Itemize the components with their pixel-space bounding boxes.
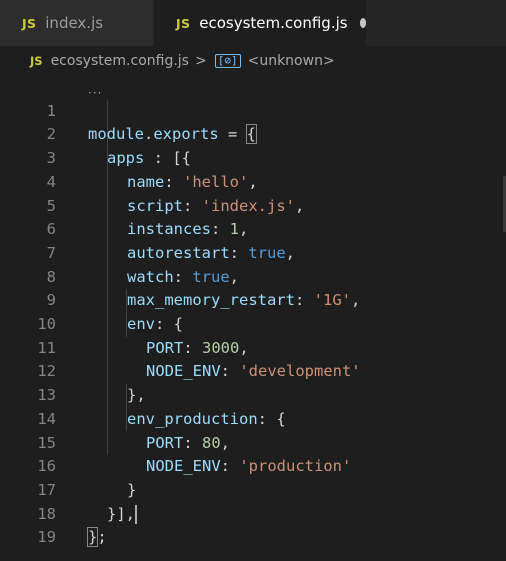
- code-line: 10 PORT: 3000,: [0, 289, 506, 357]
- tab-bar: JS index.js JS ecosystem.config.js: [0, 0, 506, 46]
- code-line: 9 env: {: [0, 266, 506, 333]
- code-line: 11 NODE_ENV: 'development': [0, 313, 506, 381]
- tab-label: ecosystem.config.js: [199, 14, 348, 32]
- code-line: 15 NODE_ENV: 'production': [0, 408, 506, 476]
- code-line: 2 apps : [{: [0, 100, 506, 167]
- code-line: 16 }: [0, 432, 506, 499]
- token-semicolon: ;: [97, 528, 107, 547]
- hint-dots: ···: [88, 86, 103, 100]
- tab-label: index.js: [45, 14, 104, 32]
- code-line: 19: [0, 503, 506, 546]
- breadcrumb: JS ecosystem.config.js > [⊘] <unknown>: [0, 46, 506, 76]
- code-line: 3 name: 'hello',: [0, 123, 506, 191]
- code-line: 18 };: [0, 479, 506, 548]
- code-editor[interactable]: 1 module.exports = { ··· 2 apps : [{ 3 n…: [0, 76, 506, 561]
- code-line: 14 PORT: 80,: [0, 384, 506, 452]
- code-line: 4 script: 'index.js',: [0, 147, 506, 215]
- js-file-icon: JS: [30, 54, 43, 68]
- tab-ecosystem-config-js[interactable]: JS ecosystem.config.js: [154, 0, 366, 46]
- breadcrumb-file[interactable]: ecosystem.config.js: [51, 53, 189, 69]
- breadcrumb-symbol[interactable]: <unknown>: [248, 53, 335, 69]
- unsaved-dot-icon[interactable]: [359, 18, 366, 28]
- js-file-icon: JS: [22, 15, 37, 31]
- code-line: 6 autorestart: true,: [0, 195, 506, 262]
- code-line: 1 module.exports = {: [0, 76, 506, 145]
- code-line: 13 env_production: {: [0, 360, 506, 428]
- code-line: 8 max_memory_restart: '1G',: [0, 242, 506, 310]
- line-number: 19: [37, 528, 56, 547]
- tab-index-js[interactable]: JS index.js: [0, 0, 154, 46]
- symbol-variable-icon: [⊘]: [214, 54, 241, 68]
- code-line: 12 },: [0, 337, 506, 404]
- code-line: 17 }],: [0, 455, 506, 524]
- code-line: 5 instances: 1,: [0, 171, 506, 239]
- matched-bracket: }: [86, 527, 99, 548]
- chevron-right-icon: >: [194, 53, 207, 69]
- js-file-icon: JS: [176, 15, 191, 31]
- code-line: 7 watch: true,: [0, 218, 506, 286]
